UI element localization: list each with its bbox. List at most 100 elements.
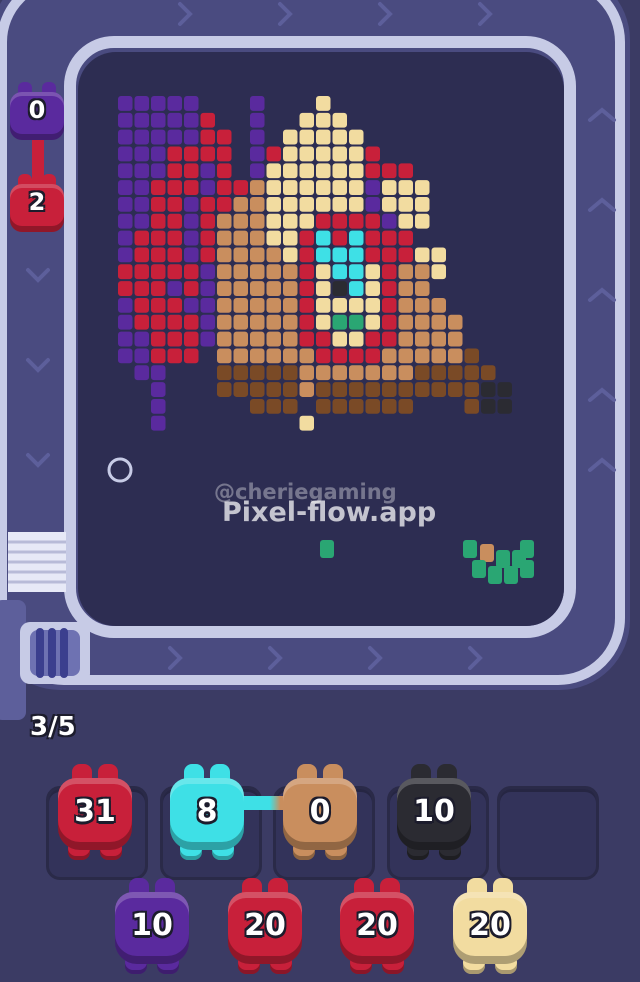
pixel-block (316, 230, 331, 246)
pixel-block (496, 550, 510, 568)
slot-counter: 3/5 (30, 712, 76, 742)
pixel-block (283, 180, 298, 195)
pixel-block (382, 281, 397, 296)
slot-pig-cyan[interactable]: 8 (170, 764, 244, 860)
pixel-block (233, 264, 248, 280)
pixel-block (184, 281, 199, 296)
watermark-site: Pixel-flow.app (222, 497, 437, 528)
pixel-block (118, 196, 133, 212)
pixel-block (365, 398, 380, 414)
pixel-block (332, 112, 347, 128)
pixel-block (398, 297, 413, 313)
pixel-block (118, 163, 133, 179)
pixel-block (365, 331, 380, 347)
conveyor-shooter-purple[interactable]: 0 (8, 80, 66, 146)
pixel-block (118, 230, 133, 246)
pixel-block (184, 247, 199, 263)
pixel-block (299, 348, 314, 364)
pixel-block (250, 365, 265, 381)
pixel-block (118, 247, 133, 263)
pixel-block (316, 382, 331, 397)
queue-pig-cream[interactable]: 20 (453, 878, 527, 974)
pixel-block (118, 213, 133, 229)
pixel-block (167, 297, 182, 313)
pixel-block (480, 544, 494, 562)
queue-pig-purple[interactable]: 10 (115, 878, 189, 974)
pixel-block (299, 163, 314, 179)
pixel-art-board (118, 96, 534, 584)
pixel-block (365, 163, 380, 179)
pixel-block (184, 264, 199, 280)
pixel-block (217, 213, 232, 229)
pixel-block (151, 348, 166, 364)
pixel-block (200, 213, 215, 229)
queue-pig-red[interactable]: 20 (340, 878, 414, 974)
pixel-block (134, 129, 149, 145)
pixel-block (448, 348, 463, 364)
pixel-block (316, 247, 331, 263)
pixel-block (488, 566, 502, 584)
pixel-block (167, 281, 182, 296)
pixel-block (118, 112, 133, 128)
pixel-block (398, 230, 413, 246)
pixel-block (316, 264, 331, 280)
pixel-block (250, 230, 265, 246)
conveyor-shooter-red[interactable]: 2 (8, 172, 66, 238)
pixel-block (332, 297, 347, 313)
pixel-block (134, 180, 149, 195)
pixel-block (382, 398, 397, 414)
pixel-block (217, 264, 232, 280)
pixel-block (415, 247, 430, 263)
pixel-block (382, 331, 397, 347)
pixel-block (217, 129, 232, 145)
pixel-block (365, 146, 380, 162)
pixel-block (299, 415, 314, 431)
pixel-block (184, 146, 199, 162)
pixel-block (167, 146, 182, 162)
pixel-block (283, 382, 298, 397)
pixel-block (167, 180, 182, 195)
pixel-block (233, 348, 248, 364)
pixel-block (118, 180, 133, 195)
slot-pig-black[interactable]: 10 (397, 764, 471, 860)
pixel-block (398, 180, 413, 195)
pixel-block (250, 129, 265, 145)
pixel-block (520, 540, 534, 558)
pixel-block (349, 264, 364, 280)
slot-pig-tan[interactable]: 0 (283, 764, 357, 860)
pixel-block (134, 314, 149, 330)
pig-count: 20 (356, 908, 398, 943)
pixel-block (299, 297, 314, 313)
pixel-block (134, 146, 149, 162)
pixel-block (316, 180, 331, 195)
slot-5-empty[interactable] (497, 786, 599, 880)
pixel-block (184, 314, 199, 330)
pixel-block (151, 196, 166, 212)
pixel-block (184, 129, 199, 145)
queue-pig-red[interactable]: 20 (228, 878, 302, 974)
pixel-block (349, 230, 364, 246)
pixel-block (266, 264, 281, 280)
pixel-block (316, 146, 331, 162)
pixel-block (134, 163, 149, 179)
pixel-block (497, 398, 512, 414)
pixel-block (233, 247, 248, 263)
pixel-block (118, 348, 133, 364)
pixel-block (151, 230, 166, 246)
pixel-block (349, 398, 364, 414)
pixel-block (283, 213, 298, 229)
pixel-block (299, 146, 314, 162)
pixel-block (266, 314, 281, 330)
pixel-block (134, 196, 149, 212)
pixel-block (134, 264, 149, 280)
pixel-block (118, 146, 133, 162)
slot-pig-red[interactable]: 31 (58, 764, 132, 860)
pixel-block (266, 382, 281, 397)
pixel-block (184, 96, 199, 111)
pixel-block (464, 348, 479, 364)
pixel-block (167, 247, 182, 263)
pixel-block (184, 348, 199, 364)
pixel-block (250, 314, 265, 330)
pixel-block (266, 398, 281, 414)
pixel-block (349, 281, 364, 296)
